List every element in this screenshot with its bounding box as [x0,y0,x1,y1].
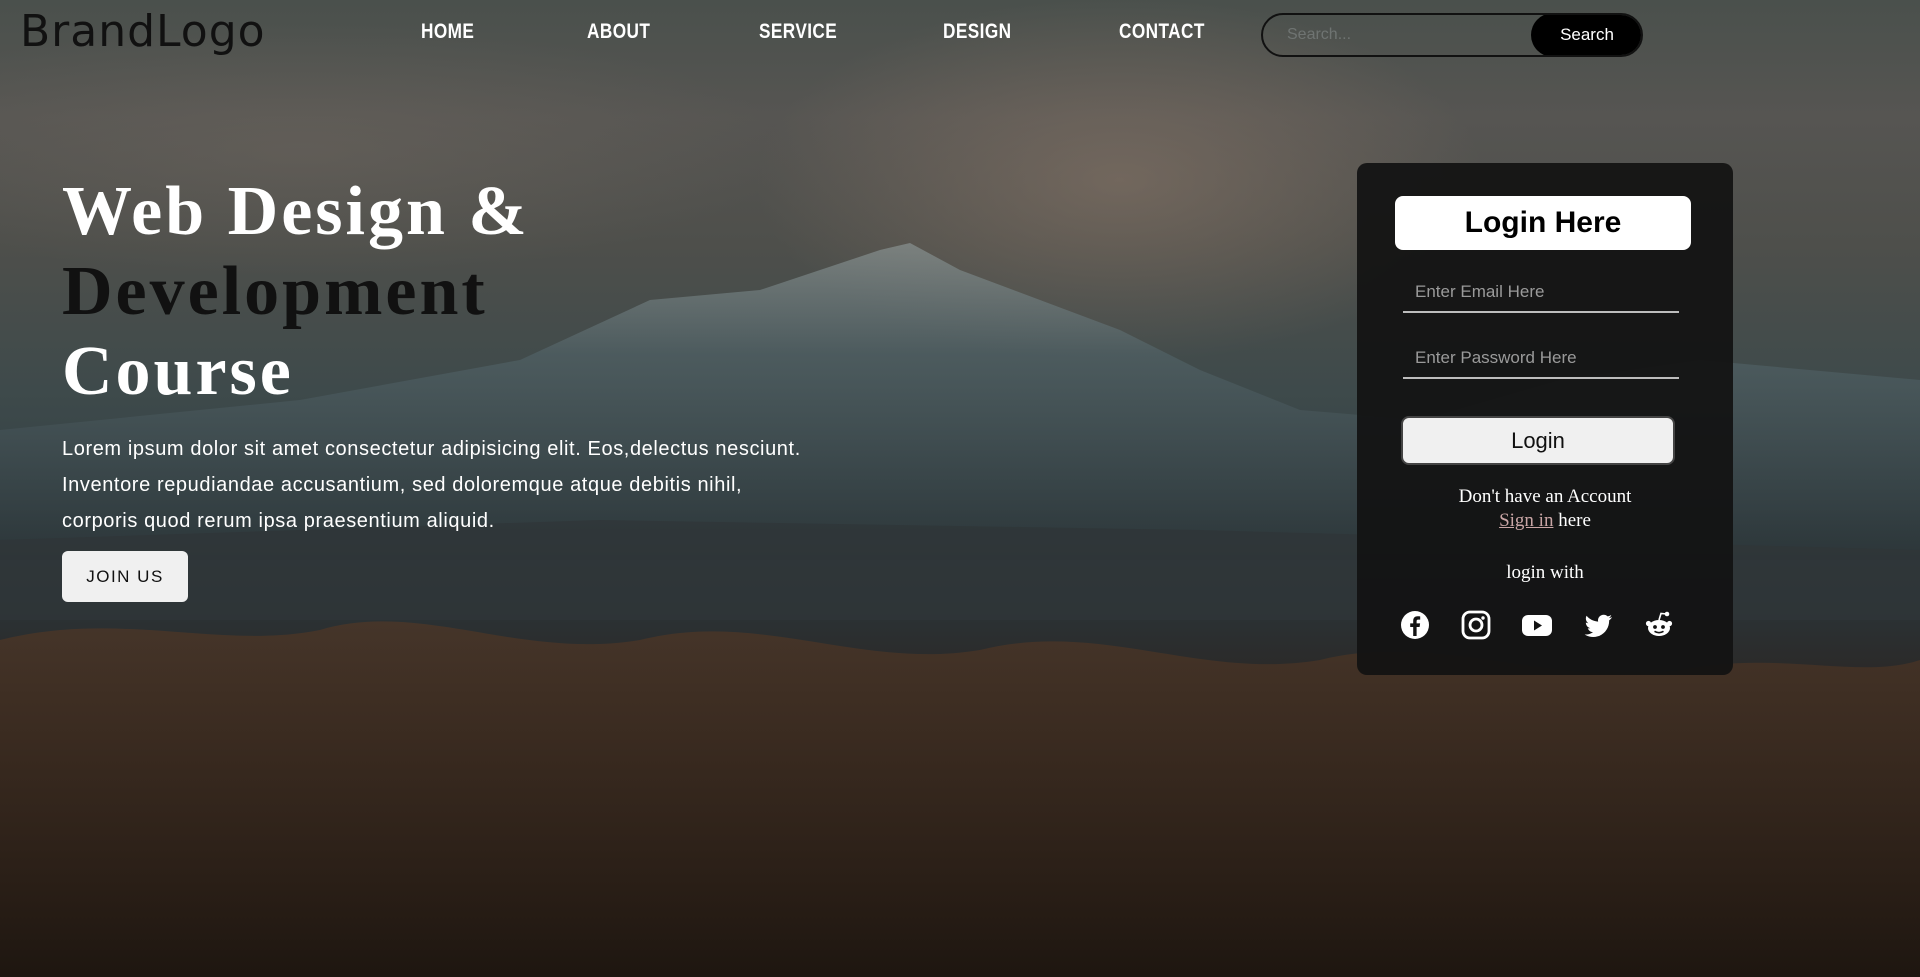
hero-title: Web Design & Development Course [62,172,530,412]
nav-link-contact[interactable]: CONTACT [1119,20,1205,44]
hero-description-line-2: Inventore repudiandae accusantium, sed d… [62,474,743,496]
password-field[interactable] [1403,339,1679,379]
landing-page: BrandLogo HOME ABOUT SERVICE DESIGN CONT… [0,0,1920,977]
nav-link-service[interactable]: SERVICE [759,20,837,44]
social-login-icons [1399,609,1691,645]
youtube-icon[interactable] [1521,609,1553,641]
reddit-icon[interactable] [1643,609,1675,641]
hero-description-line-1: Lorem ipsum dolor sit amet consectetur a… [62,438,801,460]
brand-logo[interactable]: BrandLogo [20,6,266,57]
join-us-button[interactable]: JOIN US [62,551,188,602]
sign-in-suffix: here [1553,510,1591,531]
no-account-text: Don't have an Account [1458,486,1632,507]
search-bar: Search [1261,13,1643,57]
sign-in-row: Sign in here [1357,509,1733,533]
login-card: Login Here Login Don't have an Account S… [1357,163,1733,675]
hero-title-line-2: Development [62,253,488,330]
facebook-icon[interactable] [1399,609,1431,641]
email-field[interactable] [1403,273,1679,313]
instagram-icon[interactable] [1460,609,1492,641]
sign-in-link[interactable]: Sign in [1499,510,1553,531]
nav-link-design[interactable]: DESIGN [943,20,1011,44]
hero-title-line-1: Web Design & [62,173,530,250]
signup-prompt: Don't have an Account Sign in here [1357,485,1733,533]
nav-link-home[interactable]: HOME [421,20,474,44]
login-button[interactable]: Login [1401,416,1675,465]
login-with-label: login with [1506,562,1584,583]
search-input[interactable] [1263,15,1533,55]
hero-description: Lorem ipsum dolor sit amet consectetur a… [62,431,962,539]
twitter-icon[interactable] [1582,609,1614,641]
hero-title-line-3: Course [62,333,294,410]
login-card-title: Login Here [1395,196,1691,250]
hero-description-line-3: corporis quod rerum ipsa praesentium ali… [62,510,495,532]
search-button[interactable]: Search [1531,15,1641,55]
nav-link-about[interactable]: ABOUT [587,20,650,44]
top-navbar: BrandLogo HOME ABOUT SERVICE DESIGN CONT… [0,0,1920,70]
